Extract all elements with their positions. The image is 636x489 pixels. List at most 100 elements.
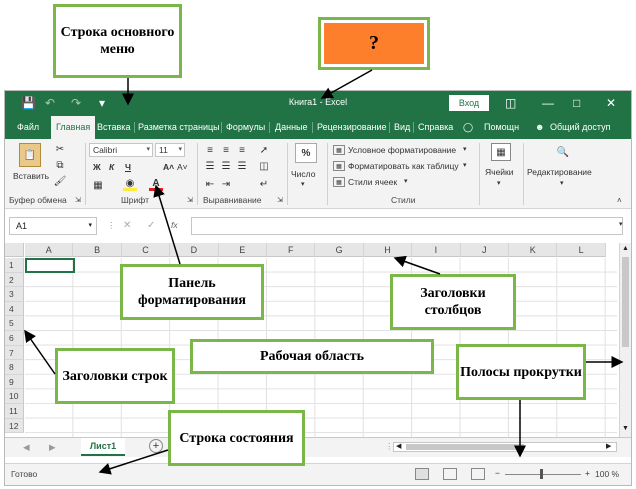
page-layout-view-icon[interactable] (443, 468, 457, 480)
row-header[interactable]: 10 (5, 389, 24, 404)
font-launcher-icon[interactable]: ⇲ (187, 196, 193, 204)
row-header[interactable]: 6 (5, 331, 24, 346)
row-header[interactable]: 2 (5, 272, 24, 288)
insert-function-icon[interactable]: fx (171, 220, 178, 230)
column-header[interactable]: J (460, 243, 509, 257)
align-bottom-icon[interactable]: ≡ (235, 143, 249, 157)
name-box[interactable]: A1 ▾ (9, 217, 97, 235)
chevron-down-icon[interactable]: ▾ (497, 179, 501, 187)
formula-input[interactable] (191, 217, 623, 235)
row-header[interactable]: 8 (5, 360, 24, 375)
orientation-icon[interactable]: ➚ (257, 143, 271, 157)
bold-button[interactable]: Ж (93, 162, 101, 172)
tab-view[interactable]: Вид (394, 116, 410, 139)
editing-button-label[interactable]: Редактирование (527, 167, 592, 177)
tab-formulas[interactable]: Формулы (226, 116, 265, 139)
italic-button[interactable]: К (109, 162, 114, 172)
format-as-table-button[interactable]: Форматировать как таблицу (348, 161, 459, 171)
cells-icon[interactable]: ▦ (491, 143, 511, 161)
font-name-select[interactable]: Calibri ▾ (89, 143, 153, 157)
row-header[interactable]: 7 (5, 345, 24, 361)
tab-review[interactable]: Рецензирование (317, 116, 387, 139)
select-all-corner[interactable] (5, 243, 24, 257)
align-left-icon[interactable]: ☰ (203, 159, 217, 173)
row-header[interactable]: 12 (5, 418, 24, 434)
row-header[interactable]: 3 (5, 287, 24, 302)
format-painter-icon[interactable]: 🖌 (53, 175, 67, 187)
row-header[interactable]: 5 (5, 316, 24, 331)
column-header[interactable]: D (170, 243, 219, 257)
scroll-right-icon[interactable]: ▶ (606, 442, 611, 450)
zoom-slider[interactable] (505, 474, 581, 475)
increase-indent-icon[interactable]: ⇥ (219, 177, 233, 191)
scroll-up-icon[interactable]: ▲ (622, 245, 629, 252)
enter-icon[interactable]: ✓ (147, 220, 155, 231)
chevron-down-icon[interactable]: ▾ (301, 180, 305, 188)
tab-home[interactable]: Главная (51, 116, 96, 139)
row-header[interactable]: 11 (5, 404, 24, 419)
align-top-icon[interactable]: ≡ (203, 143, 217, 157)
copy-icon[interactable]: ⧉ (53, 159, 67, 171)
zoom-out-icon[interactable]: − (495, 468, 500, 478)
align-right-icon[interactable]: ☰ (235, 159, 249, 173)
zoom-thumb[interactable] (540, 469, 543, 479)
page-break-view-icon[interactable] (471, 468, 485, 480)
borders-icon[interactable]: ▦ (91, 179, 105, 191)
next-sheet-icon[interactable]: ▶ (49, 442, 56, 453)
row-header[interactable]: 9 (5, 374, 24, 390)
find-icon[interactable]: 🔍 (553, 143, 573, 161)
cell-styles-button[interactable]: Стили ячеек (348, 177, 397, 187)
align-middle-icon[interactable]: ≡ (219, 143, 233, 157)
row-header[interactable]: 1 (5, 258, 24, 273)
sheet-tab[interactable]: Лист1 (81, 438, 125, 456)
decrease-font-icon[interactable]: A˅ (177, 162, 188, 172)
horizontal-scroll-thumb[interactable] (406, 444, 524, 450)
alignment-launcher-icon[interactable]: ⇲ (277, 196, 283, 204)
tab-tell-me[interactable]: Помощн (484, 116, 519, 139)
increase-font-icon[interactable]: A˄ (163, 162, 174, 172)
scroll-down-icon[interactable]: ▼ (622, 425, 629, 432)
tab-data[interactable]: Данные (275, 116, 308, 139)
number-button-label[interactable]: Число (291, 169, 315, 179)
font-size-select[interactable]: 11 ▾ (155, 143, 185, 157)
vertical-scrollbar[interactable]: ▲ ▼ (619, 243, 631, 437)
prev-sheet-icon[interactable]: ◀ (23, 442, 30, 453)
signin-button[interactable]: Вход (449, 95, 489, 111)
paste-icon[interactable]: 📋 (19, 143, 41, 167)
share-button[interactable]: Общий доступ (550, 116, 610, 139)
chevron-down-icon[interactable]: ▾ (619, 220, 623, 228)
user-icon[interactable]: ☻ (535, 116, 544, 139)
chevron-down-icon[interactable]: ▾ (463, 161, 467, 169)
tab-page-layout[interactable]: Разметка страницы (138, 116, 220, 139)
row-header[interactable]: 4 (5, 301, 24, 317)
vertical-scroll-thumb[interactable] (622, 257, 629, 347)
column-header[interactable]: B (73, 243, 122, 257)
font-color-icon[interactable]: A (149, 178, 163, 191)
align-center-icon[interactable]: ☰ (219, 159, 233, 173)
tab-file[interactable]: Файл (17, 116, 39, 139)
column-header[interactable]: E (218, 243, 267, 257)
tab-insert[interactable]: Вставка (97, 116, 130, 139)
horizontal-scrollbar[interactable]: ◀ ▶ (393, 442, 617, 452)
column-header[interactable]: G (315, 243, 364, 257)
column-header[interactable]: C (121, 243, 171, 257)
zoom-level[interactable]: 100 % (595, 469, 619, 479)
zoom-in-icon[interactable]: + (585, 468, 590, 478)
chevron-down-icon[interactable]: ▾ (463, 145, 467, 153)
cancel-icon[interactable]: ✕ (123, 220, 131, 231)
underline-button[interactable]: Ч (125, 162, 131, 172)
column-header[interactable]: F (267, 243, 316, 257)
cut-icon[interactable]: ✂ (53, 143, 67, 155)
column-header[interactable]: L (557, 243, 606, 257)
add-sheet-button[interactable]: + (149, 439, 163, 453)
chevron-down-icon[interactable]: ▾ (404, 177, 408, 185)
cells-button-label[interactable]: Ячейки (485, 167, 514, 177)
clipboard-launcher-icon[interactable]: ⇲ (75, 196, 81, 204)
minimize-icon[interactable]: — (542, 95, 554, 111)
column-header[interactable]: I (412, 243, 461, 257)
conditional-formatting-button[interactable]: Условное форматирование (348, 145, 456, 155)
fill-color-icon[interactable]: ◉ (123, 178, 137, 191)
wrap-text-icon[interactable]: ↵ (257, 177, 271, 191)
number-format-icon[interactable]: % (295, 143, 317, 163)
chevron-down-icon[interactable]: ▾ (560, 179, 564, 187)
